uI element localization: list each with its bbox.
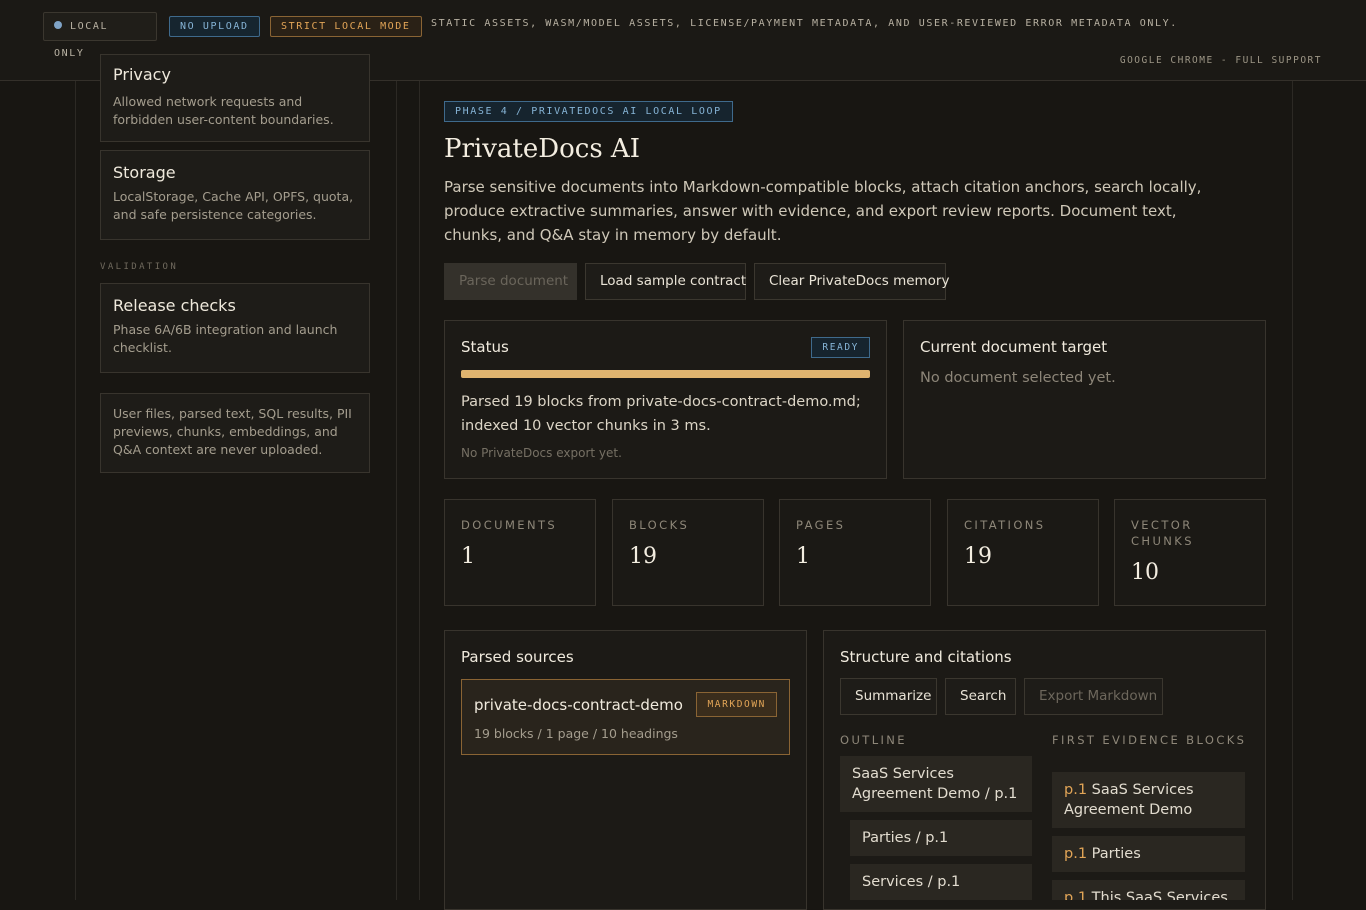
- evidence-item[interactable]: p.1 This SaaS Services: [1052, 880, 1245, 900]
- stat-label: DOCUMENTS: [461, 518, 558, 532]
- target-title: Current document target: [920, 338, 1108, 356]
- stat-pages: PAGES 1: [779, 499, 931, 606]
- sidebar-item-release-checks[interactable]: Release checks Phase 6A/6B integration a…: [100, 283, 370, 373]
- stat-documents: DOCUMENTS 1: [444, 499, 596, 606]
- validation-section-label: VALIDATION: [100, 262, 179, 272]
- evidence-page: p.1: [1064, 846, 1088, 862]
- parsed-sources-panel: Parsed sources private-docs-contract-dem…: [444, 630, 807, 910]
- no-upload-badge: NO UPLOAD: [169, 16, 260, 37]
- status-panel: Status READY Parsed 19 blocks from priva…: [444, 320, 887, 479]
- sources-title: Parsed sources: [461, 648, 574, 666]
- source-name: private-docs-contract-demo: [474, 696, 683, 714]
- stat-label: CITATIONS: [964, 518, 1046, 532]
- clear-memory-button[interactable]: Clear PrivateDocs memory: [754, 263, 949, 300]
- summarize-button[interactable]: Summarize: [840, 678, 937, 715]
- stat-citations: CITATIONS 19: [947, 499, 1099, 606]
- stat-vector-chunks: VECTOR CHUNKS 10: [1114, 499, 1266, 606]
- page-description: Parse sensitive documents into Markdown-…: [444, 178, 1202, 244]
- sidebar-item-desc: Phase 6A/6B integration and launch check…: [113, 322, 338, 355]
- evidence-text: This SaaS Services: [1091, 890, 1228, 900]
- progress-fill: [461, 370, 870, 378]
- progress-bar: [461, 370, 870, 378]
- evidence-page: p.1: [1064, 890, 1088, 900]
- outline-item[interactable]: Services / p.1: [850, 864, 1032, 900]
- status-title: Status: [461, 338, 509, 356]
- sidebar-item-label: Release checks: [113, 296, 236, 315]
- parse-document-button[interactable]: Parse document: [444, 263, 577, 300]
- target-text: No document selected yet.: [920, 370, 1116, 386]
- stat-value: 19: [629, 544, 657, 569]
- stat-value: 1: [796, 544, 810, 569]
- phase-badge: PHASE 4 / PRIVATEDOCS AI LOCAL LOOP: [444, 101, 733, 122]
- sidebar-item-label: Storage: [113, 163, 176, 182]
- sidebar-item-desc: LocalStorage, Cache API, OPFS, quota, an…: [113, 189, 354, 222]
- stat-label: VECTOR CHUNKS: [1131, 518, 1194, 548]
- sidebar-item-privacy[interactable]: Privacy Allowed network requests and for…: [100, 54, 370, 142]
- export-markdown-button[interactable]: Export Markdown: [1024, 678, 1163, 715]
- load-sample-contract-button[interactable]: Load sample contract: [585, 263, 746, 300]
- outline-item[interactable]: SaaS Services Agreement Demo / p.1: [840, 756, 1032, 812]
- ready-badge: READY: [811, 337, 870, 358]
- network-policy-text: STATIC ASSETS, WASM/MODEL ASSETS, LICENS…: [431, 18, 1178, 29]
- evidence-item[interactable]: p.1 SaaS Services Agreement Demo: [1052, 772, 1245, 828]
- stat-label: BLOCKS: [629, 518, 690, 532]
- stat-value: 1: [461, 544, 475, 569]
- source-item[interactable]: private-docs-contract-demo MARKDOWN 19 b…: [461, 679, 790, 755]
- sidebar-item-storage[interactable]: Storage LocalStorage, Cache API, OPFS, q…: [100, 150, 370, 240]
- stat-value: 10: [1131, 560, 1159, 585]
- stat-value: 19: [964, 544, 992, 569]
- outline-item[interactable]: Parties / p.1: [850, 820, 1032, 856]
- privacy-notice-text: User files, parsed text, SQL results, PI…: [113, 406, 352, 457]
- sidebar-item-label: Privacy: [113, 65, 171, 84]
- evidence-item[interactable]: p.1 Parties: [1052, 836, 1245, 872]
- status-dot-icon: [54, 21, 62, 29]
- evidence-label: FIRST EVIDENCE BLOCKS: [1052, 733, 1247, 747]
- evidence-page: p.1: [1064, 782, 1088, 798]
- outline-label: OUTLINE: [840, 733, 907, 747]
- page-title: PrivateDocs AI: [444, 134, 640, 164]
- stat-label: PAGES: [796, 518, 846, 532]
- structure-title: Structure and citations: [840, 648, 1012, 666]
- export-status: No PrivateDocs export yet.: [461, 446, 622, 460]
- privacy-notice: User files, parsed text, SQL results, PI…: [100, 393, 370, 473]
- local-only-badge: LOCAL ONLY: [43, 12, 157, 59]
- sidebar-item-desc: Allowed network requests and forbidden u…: [113, 94, 334, 127]
- browser-support-text: GOOGLE CHROME - FULL SUPPORT: [1119, 55, 1322, 66]
- status-message: Parsed 19 blocks from private-docs-contr…: [461, 394, 861, 434]
- search-button[interactable]: Search: [945, 678, 1016, 715]
- stat-blocks: BLOCKS 19: [612, 499, 764, 606]
- evidence-text: Parties: [1091, 846, 1141, 862]
- document-target-panel: Current document target No document sele…: [903, 320, 1266, 479]
- source-meta: 19 blocks / 1 page / 10 headings: [474, 726, 678, 741]
- strict-mode-badge: STRICT LOCAL MODE: [270, 16, 422, 37]
- markdown-badge: MARKDOWN: [696, 692, 777, 717]
